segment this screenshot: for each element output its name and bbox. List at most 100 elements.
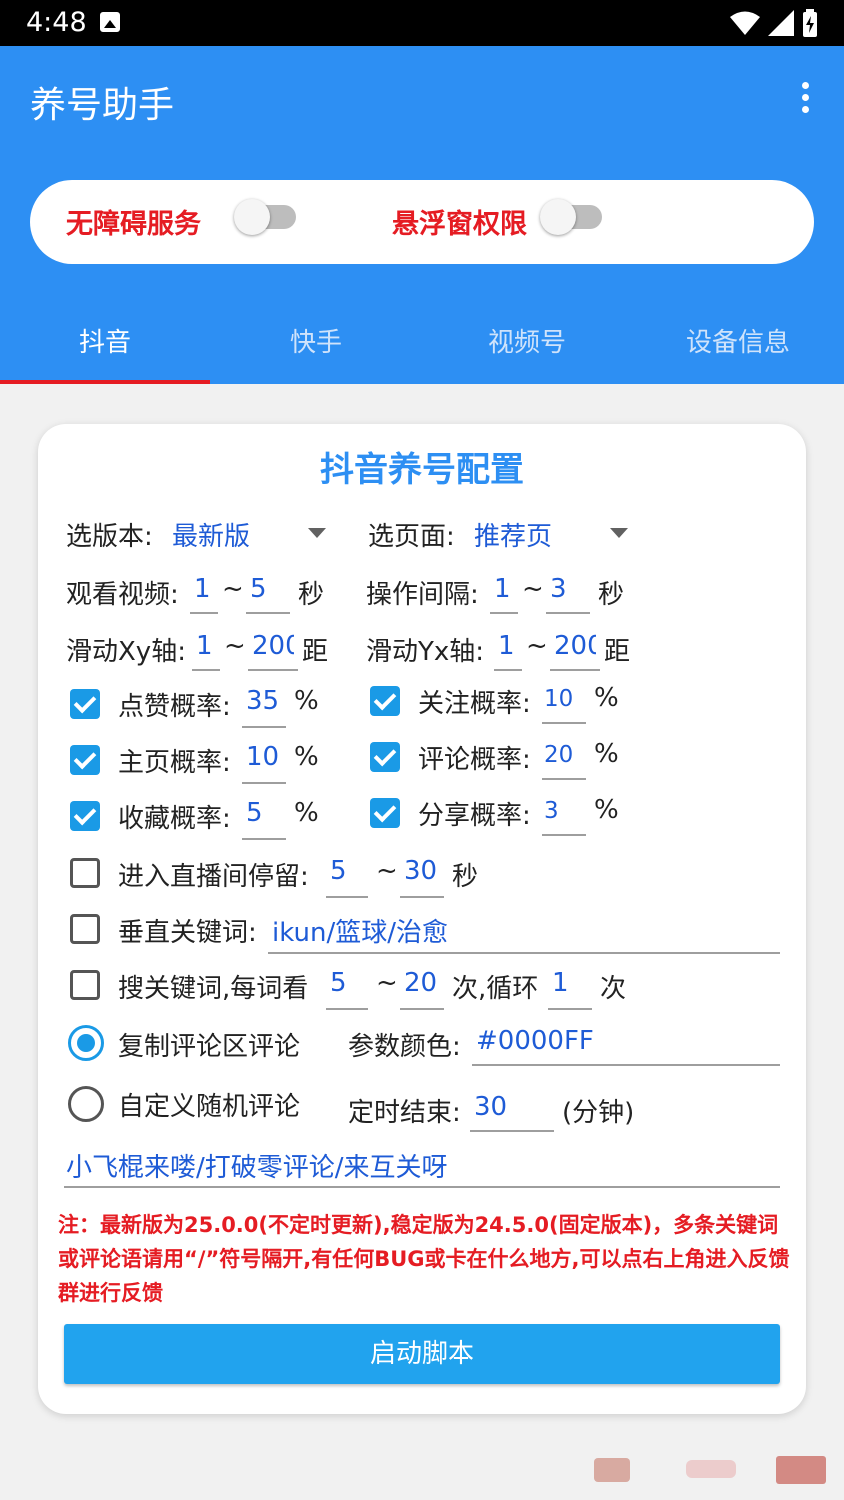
search-tilde: ~: [376, 968, 398, 998]
search-keywords-checkbox[interactable]: [70, 970, 100, 1000]
page-select[interactable]: 推荐页: [474, 516, 552, 553]
status-time: 4:48: [26, 7, 87, 38]
version-dropdown-icon[interactable]: [308, 528, 326, 538]
vertical-keywords-checkbox[interactable]: [70, 914, 100, 944]
tab-channels[interactable]: 视频号: [422, 322, 632, 359]
swipe-yx-unit: 距: [604, 637, 631, 667]
param-color-input[interactable]: #0000FF: [476, 1026, 776, 1056]
live-label: 进入直播间停留:: [118, 862, 309, 892]
page-dropdown-icon[interactable]: [610, 528, 628, 538]
share-label: 分享概率:: [418, 801, 531, 831]
interval-min-input[interactable]: 1: [494, 574, 518, 604]
homepage-checkbox[interactable]: [70, 745, 100, 775]
follow-unit: %: [594, 683, 619, 713]
swipe-xy-min-input[interactable]: 1: [196, 631, 220, 661]
watermark-graphic: [594, 1456, 826, 1484]
homepage-label: 主页概率:: [118, 748, 231, 778]
homepage-unit: %: [294, 742, 319, 772]
custom-comment-radio[interactable]: [68, 1086, 104, 1122]
follow-label: 关注概率:: [418, 689, 531, 719]
battery-icon: [803, 9, 817, 37]
version-select[interactable]: 最新版: [172, 516, 250, 553]
card-title: 抖音养号配置: [320, 450, 524, 490]
config-card: 抖音养号配置 选版本: 最新版 选页面: 推荐页 观看视频: 1 ~ 5 秒 操…: [38, 424, 806, 1414]
live-checkbox[interactable]: [70, 858, 100, 888]
favorite-label: 收藏概率:: [118, 804, 231, 834]
tab-indicator: [0, 380, 210, 384]
share-unit: %: [594, 795, 619, 825]
accessibility-label: 无障碍服务: [66, 209, 201, 240]
like-checkbox[interactable]: [70, 689, 100, 719]
comment-text-input[interactable]: 小飞棍来喽/打破零评论/来互关呀: [66, 1147, 776, 1184]
tab-douyin[interactable]: 抖音: [0, 322, 210, 359]
status-bar: 4:48: [0, 0, 844, 46]
like-unit: %: [294, 686, 319, 716]
search-keywords-label: 搜关键词,每词看: [118, 974, 309, 1004]
like-label: 点赞概率:: [118, 692, 231, 722]
vertical-keywords-input[interactable]: ikun/篮球/治愈: [272, 912, 772, 949]
favorite-checkbox[interactable]: [70, 801, 100, 831]
watch-min-input[interactable]: 1: [194, 574, 218, 604]
share-checkbox[interactable]: [370, 798, 400, 828]
swipe-xy-label: 滑动Xy轴:: [66, 637, 186, 667]
swipe-xy-tilde: ~: [224, 631, 246, 661]
search-loop-unit: 次: [600, 974, 627, 1004]
comment-label: 评论概率:: [418, 745, 531, 775]
follow-checkbox[interactable]: [370, 686, 400, 716]
swipe-yx-tilde: ~: [526, 631, 548, 661]
comment-checkbox[interactable]: [370, 742, 400, 772]
overlay-label: 悬浮窗权限: [392, 209, 527, 240]
interval-unit: 秒: [598, 580, 625, 610]
note-text: 注：最新版为25.0.0(不定时更新),稳定版为24.5.0(固定版本)，多条关…: [58, 1213, 790, 1305]
accessibility-switch[interactable]: [234, 199, 296, 235]
watch-label: 观看视频:: [66, 580, 179, 610]
tab-kuaishou[interactable]: 快手: [211, 322, 421, 359]
permission-card: 无障碍服务 悬浮窗权限: [30, 180, 814, 264]
app-title: 养号助手: [30, 85, 175, 126]
interval-tilde: ~: [522, 574, 544, 604]
app-bar: 养号助手 无障碍服务 悬浮窗权限 抖音 快手 视频号 设备信息: [0, 46, 844, 384]
search-max-input[interactable]: 20: [404, 968, 444, 998]
tab-device-info[interactable]: 设备信息: [633, 322, 843, 359]
watch-max-input[interactable]: 5: [250, 574, 286, 604]
live-unit: 秒: [452, 862, 479, 892]
param-color-label: 参数颜色:: [348, 1032, 461, 1062]
like-input[interactable]: 35: [246, 686, 290, 716]
more-options-icon[interactable]: [802, 82, 810, 114]
comment-unit: %: [594, 739, 619, 769]
page-label: 选页面:: [368, 522, 455, 552]
copy-comment-radio[interactable]: [68, 1025, 104, 1061]
copy-comment-label: 复制评论区评论: [118, 1032, 301, 1062]
image-notification-icon: [100, 12, 120, 32]
timer-end-label: 定时结束:: [348, 1098, 461, 1128]
favorite-input[interactable]: 5: [246, 798, 290, 828]
live-min-input[interactable]: 5: [330, 856, 366, 886]
swipe-yx-min-input[interactable]: 1: [498, 631, 522, 661]
swipe-yx-max-input[interactable]: 200: [554, 631, 596, 661]
watch-unit: 秒: [298, 580, 325, 610]
watch-tilde: ~: [222, 574, 244, 604]
comment-input[interactable]: 20: [544, 742, 584, 768]
live-max-input[interactable]: 30: [404, 856, 444, 886]
start-script-button[interactable]: 启动脚本: [64, 1324, 780, 1384]
search-min-input[interactable]: 5: [330, 968, 366, 998]
interval-max-input[interactable]: 3: [550, 574, 586, 604]
wifi-icon: [730, 11, 760, 35]
system-icons: [730, 8, 818, 38]
signal-icon: [768, 10, 794, 36]
follow-input[interactable]: 10: [544, 686, 584, 712]
version-label: 选版本:: [66, 522, 153, 552]
overlay-switch[interactable]: [540, 199, 602, 235]
search-loop-label: 次,循环: [452, 974, 539, 1004]
favorite-unit: %: [294, 798, 319, 828]
swipe-xy-max-input[interactable]: 200: [252, 631, 294, 661]
timer-end-input[interactable]: 30: [474, 1092, 544, 1122]
live-tilde: ~: [376, 856, 398, 886]
timer-end-unit: (分钟): [562, 1098, 635, 1128]
share-input[interactable]: 3: [544, 798, 584, 824]
search-loop-input[interactable]: 1: [552, 968, 592, 998]
vertical-keywords-label: 垂直关键词:: [118, 918, 257, 948]
homepage-input[interactable]: 10: [246, 742, 290, 772]
custom-comment-label: 自定义随机评论: [118, 1092, 301, 1122]
swipe-yx-label: 滑动Yx轴:: [366, 637, 485, 667]
